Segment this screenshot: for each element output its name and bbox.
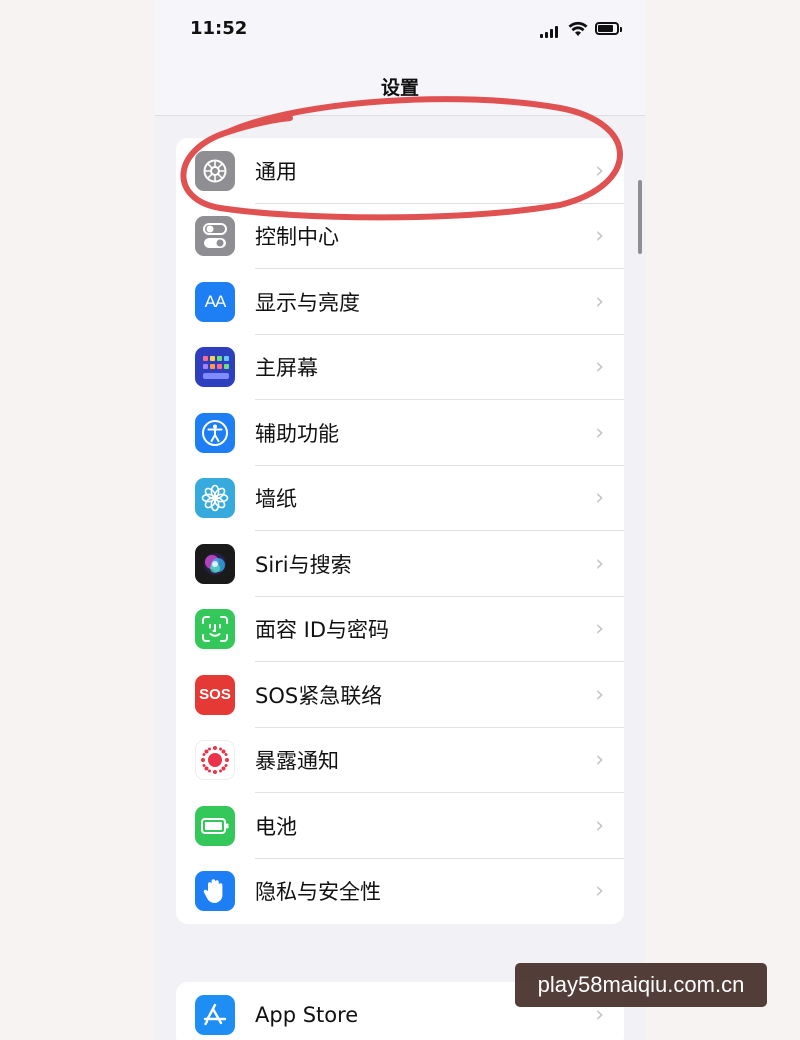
hand-icon <box>195 871 235 912</box>
chevron-right-icon: › <box>595 289 604 315</box>
gear-icon <box>195 150 235 191</box>
settings-row-label: 通用 <box>255 159 297 184</box>
settings-row-home-screen[interactable]: 主屏幕 › <box>176 335 624 400</box>
chevron-right-icon: › <box>595 813 604 839</box>
settings-row-label: App Store <box>255 1002 359 1027</box>
wifi-icon <box>568 21 588 36</box>
settings-row-accessibility[interactable]: 辅助功能 › <box>176 400 624 466</box>
cellular-signal-icon <box>540 26 562 38</box>
settings-row-label: 辅助功能 <box>255 421 339 446</box>
settings-row-wallpaper[interactable]: 墙纸 › <box>176 466 624 531</box>
battery-icon <box>595 22 622 35</box>
watermark: play58maiqiu.com.cn <box>515 963 767 1007</box>
settings-row-label: 主屏幕 <box>255 356 318 381</box>
phone-screen: 11:52 设置 通用 › 控制中心 › AA 显示与亮度 › 主屏幕 › 辅助… <box>155 0 645 1040</box>
sos-icon: SOS <box>195 674 235 715</box>
settings-row-exposure[interactable]: 暴露通知 › <box>176 728 624 793</box>
text-size-icon: AA <box>195 281 235 322</box>
settings-row-sos[interactable]: SOS SOS紧急联络 › <box>176 662 624 728</box>
settings-row-display[interactable]: AA 显示与亮度 › <box>176 269 624 335</box>
settings-row-battery[interactable]: 电池 › <box>176 793 624 859</box>
accessibility-icon <box>195 412 235 453</box>
settings-row-control-center[interactable]: 控制中心 › <box>176 204 624 269</box>
settings-row-label: 电池 <box>255 814 297 839</box>
settings-row-label: Siri与搜索 <box>255 552 352 577</box>
header: 11:52 设置 <box>155 0 645 116</box>
app-store-icon <box>195 994 235 1035</box>
settings-row-label: 显示与亮度 <box>255 290 360 315</box>
chevron-right-icon: › <box>595 878 604 904</box>
flower-icon <box>195 478 235 519</box>
chevron-right-icon: › <box>595 223 604 249</box>
settings-row-label: 隐私与安全性 <box>255 880 381 905</box>
chevron-right-icon: › <box>595 682 604 708</box>
settings-row-label: SOS紧急联络 <box>255 683 383 708</box>
settings-row-general[interactable]: 通用 › <box>176 138 624 204</box>
status-time: 11:52 <box>190 18 248 39</box>
chevron-right-icon: › <box>595 485 604 511</box>
page-title: 设置 <box>380 77 419 99</box>
settings-row-label: 暴露通知 <box>255 749 339 774</box>
siri-icon <box>195 543 235 584</box>
chevron-right-icon: › <box>595 354 604 380</box>
exposure-notification-icon <box>195 740 235 781</box>
chevron-right-icon: › <box>595 616 604 642</box>
settings-row-siri[interactable]: Siri与搜索 › <box>176 531 624 597</box>
settings-row-label: 面容 ID与密码 <box>255 618 390 643</box>
scrollbar[interactable] <box>638 180 642 254</box>
settings-row-label: 墙纸 <box>255 487 297 512</box>
settings-row-face-id[interactable]: 面容 ID与密码 › <box>176 597 624 662</box>
settings-row-label: 控制中心 <box>255 225 339 250</box>
settings-group-main: 通用 › 控制中心 › AA 显示与亮度 › 主屏幕 › 辅助功能 › 墙纸 ›… <box>176 138 624 924</box>
toggles-icon <box>195 216 235 257</box>
chevron-right-icon: › <box>595 551 604 577</box>
battery-icon <box>195 805 235 846</box>
face-id-icon <box>195 609 235 650</box>
chevron-right-icon: › <box>595 158 604 184</box>
chevron-right-icon: › <box>595 747 604 773</box>
settings-row-privacy[interactable]: 隐私与安全性 › <box>176 859 624 925</box>
app-grid-icon <box>195 347 235 388</box>
header-divider <box>155 115 645 116</box>
chevron-right-icon: › <box>595 420 604 446</box>
